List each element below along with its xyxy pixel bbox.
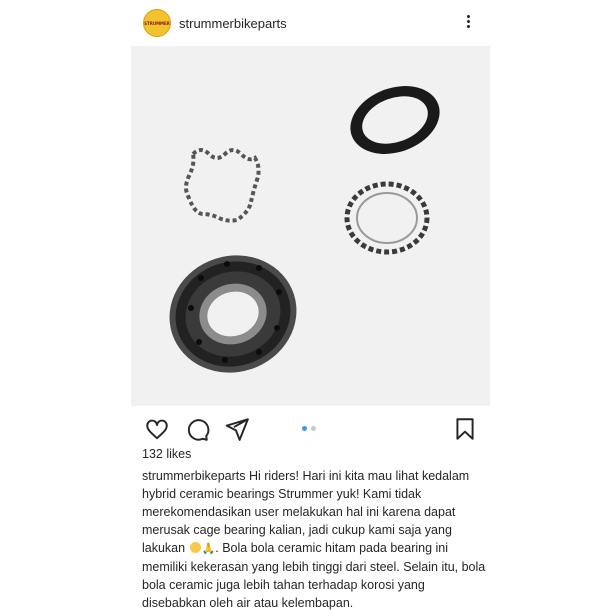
grinning-emoji-icon — [189, 542, 201, 553]
username-link[interactable]: strummerbikeparts — [179, 16, 287, 31]
carousel-dot — [311, 426, 316, 431]
avatar[interactable]: STRUMMER — [143, 9, 171, 37]
caption-username[interactable]: strummerbikeparts — [142, 469, 246, 483]
avatar-logo-text: STRUMMER — [144, 20, 170, 26]
post-header: STRUMMER strummerbikeparts — [130, 0, 480, 46]
likes-count[interactable]: 132 likes — [142, 447, 191, 461]
more-options-icon[interactable] — [464, 13, 472, 33]
send-icon[interactable] — [224, 416, 250, 442]
comment-icon[interactable] — [184, 416, 210, 442]
post-image[interactable] — [131, 46, 490, 406]
post-caption: strummerbikeparts Hi riders! Hari ini ki… — [142, 467, 487, 610]
action-bar — [130, 414, 480, 444]
bookmark-icon[interactable] — [452, 416, 478, 442]
carousel-indicator — [302, 426, 316, 431]
bearing-parts-photo — [131, 46, 490, 406]
heart-icon[interactable] — [144, 416, 170, 442]
praying-hands-emoji-icon: 🙏 — [201, 543, 216, 555]
carousel-dot-active — [302, 426, 307, 431]
